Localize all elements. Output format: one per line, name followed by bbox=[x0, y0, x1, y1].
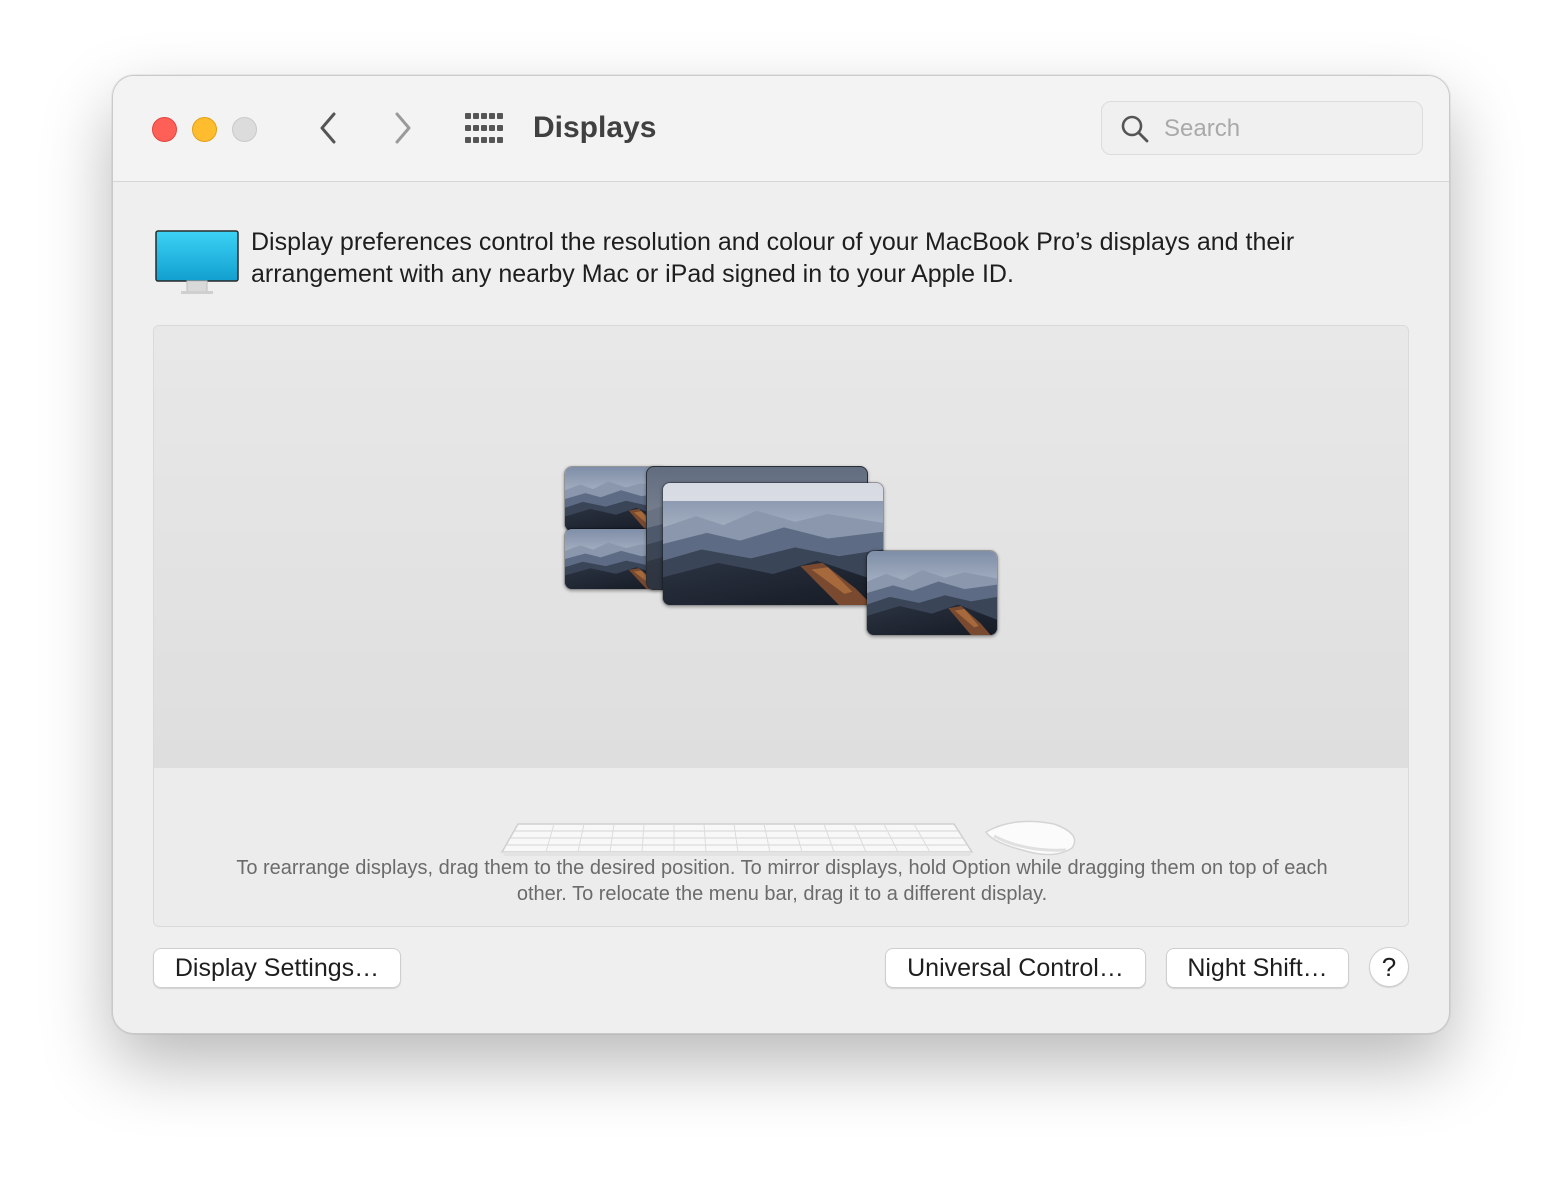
close-button[interactable] bbox=[152, 117, 177, 142]
arrangement-instructions: To rearrange displays, drag them to the … bbox=[236, 857, 1328, 905]
arrangement-area bbox=[154, 326, 1408, 768]
keyboard-mouse-illustration bbox=[500, 820, 1076, 856]
intro-text: Display preferences control the resoluti… bbox=[251, 228, 1295, 288]
zoom-button[interactable] bbox=[232, 117, 257, 142]
keyboard-icon bbox=[500, 823, 974, 856]
mouse-icon bbox=[984, 820, 1076, 856]
window-title: Displays bbox=[533, 111, 657, 144]
search-input[interactable] bbox=[1162, 110, 1406, 148]
display-right[interactable] bbox=[866, 550, 998, 636]
display-main[interactable] bbox=[662, 482, 884, 606]
forward-button[interactable] bbox=[383, 108, 423, 148]
night-shift-button[interactable]: Night Shift… bbox=[1166, 948, 1349, 988]
chevron-left-icon bbox=[320, 112, 336, 144]
displays-window: Displays Display preferences control the… bbox=[112, 75, 1450, 1034]
display-arrangement-panel: To rearrange displays, drag them to the … bbox=[153, 325, 1409, 927]
show-all-grid-icon bbox=[465, 113, 503, 143]
back-button[interactable] bbox=[308, 108, 348, 148]
display-settings-button[interactable]: Display Settings… bbox=[153, 948, 401, 988]
universal-control-button[interactable]: Universal Control… bbox=[885, 948, 1146, 988]
show-all-button[interactable] bbox=[465, 113, 503, 143]
help-button[interactable]: ? bbox=[1369, 947, 1409, 987]
minimize-button[interactable] bbox=[192, 117, 217, 142]
display-icon bbox=[155, 230, 239, 294]
titlebar: Displays bbox=[113, 76, 1449, 182]
search-field[interactable] bbox=[1101, 101, 1423, 155]
menu-bar-indicator[interactable] bbox=[663, 483, 883, 501]
chevron-right-icon bbox=[395, 112, 411, 144]
search-icon bbox=[1121, 115, 1149, 143]
